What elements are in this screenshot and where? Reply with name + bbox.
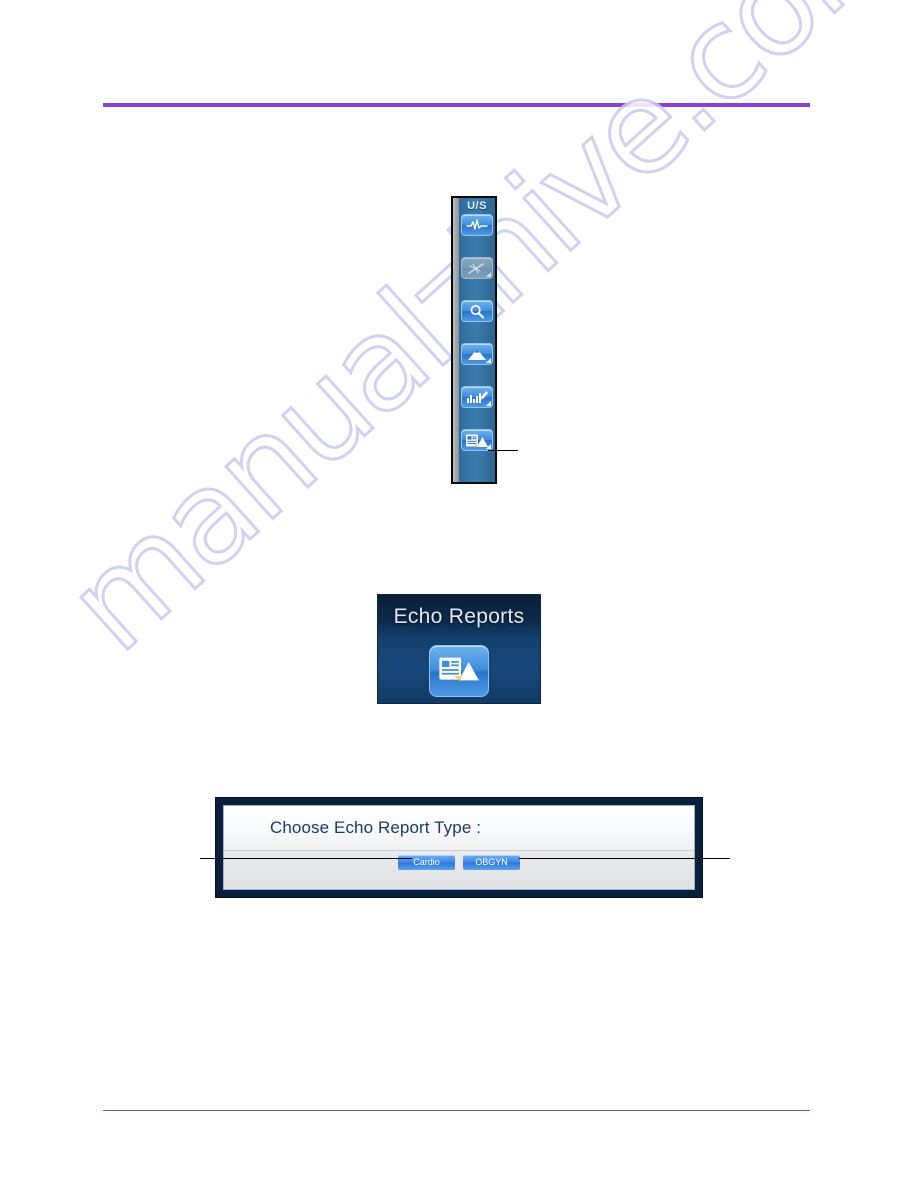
echo-report-icon — [438, 654, 480, 689]
toolbar-item-review[interactable] — [461, 300, 493, 322]
toolbar-title-label: U/S — [467, 200, 487, 212]
page-rule-bottom — [103, 1110, 810, 1111]
page-rule-top — [103, 103, 810, 107]
toolbar-item-needle-guide[interactable] — [461, 257, 493, 279]
echo-reports-card[interactable]: Echo Reports — [378, 595, 540, 703]
echo-reports-card-body — [378, 639, 540, 703]
callout-leader-left — [200, 858, 412, 859]
toolbar-item-ecg-trace[interactable] — [461, 214, 493, 236]
submenu-corner-icon — [486, 401, 491, 406]
ultrasound-mode-toolbar: U/S — [451, 196, 497, 484]
report-type-choice-row: Cardio OBGYN — [398, 855, 520, 870]
triangle-measure-icon — [466, 348, 488, 361]
choose-echo-report-type-dialog: Choose Echo Report Type : Cardio OBGYN — [215, 797, 703, 898]
submenu-corner-icon — [486, 444, 491, 449]
magnifier-icon — [469, 304, 485, 319]
echo-reports-button[interactable] — [429, 645, 489, 697]
callout-leader-right — [519, 858, 730, 859]
dialog-inner-panel: Choose Echo Report Type : Cardio OBGYN — [223, 805, 695, 890]
toolbar-body: U/S — [459, 198, 495, 482]
toolbar-item-calc-worksheet[interactable] — [461, 386, 493, 408]
callout-leader-toolbar — [488, 450, 518, 451]
submenu-corner-icon — [486, 272, 491, 277]
echo-reports-card-title: Echo Reports — [378, 595, 540, 639]
ecg-waveform-icon — [466, 219, 488, 231]
obgyn-button[interactable]: OBGYN — [463, 855, 520, 870]
dialog-header: Choose Echo Report Type : — [224, 806, 694, 851]
submenu-corner-icon — [486, 358, 491, 363]
dialog-body: Cardio OBGYN — [224, 851, 694, 889]
toolbar-item-echo-reports[interactable] — [461, 429, 493, 451]
toolbar-item-measurements[interactable] — [461, 343, 493, 365]
needle-guide-icon — [467, 262, 487, 275]
dialog-title: Choose Echo Report Type : — [270, 818, 482, 837]
